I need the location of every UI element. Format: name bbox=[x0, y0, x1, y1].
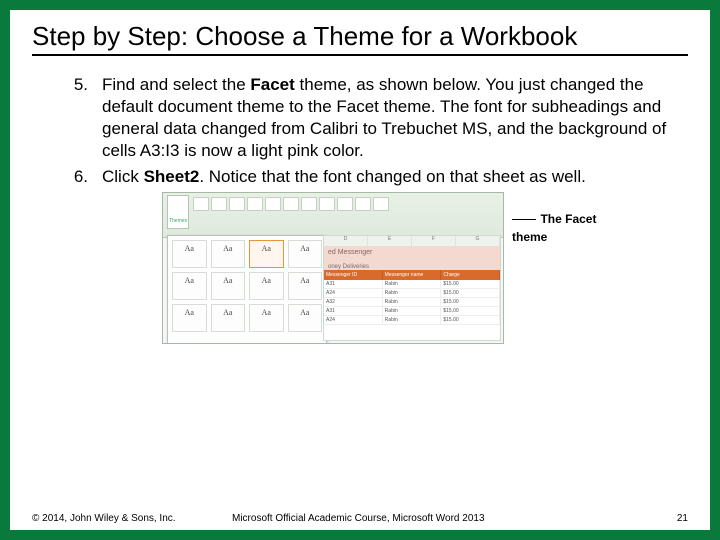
page-title: Step by Step: Choose a Theme for a Workb… bbox=[32, 22, 688, 52]
ribbon-icon bbox=[283, 197, 299, 211]
step-text: Click Sheet2. Notice that the font chang… bbox=[102, 166, 688, 188]
td: Rabin bbox=[383, 307, 442, 316]
step-text: Find and select the Facet theme, as show… bbox=[102, 74, 688, 162]
th: Messenger name bbox=[383, 270, 442, 280]
theme-swatch: Aa bbox=[288, 272, 323, 300]
step-list: 5. Find and select the Facet theme, as s… bbox=[32, 74, 688, 188]
table-row: A31Rabin$15.00 bbox=[324, 280, 500, 289]
theme-swatch: Aa bbox=[172, 272, 207, 300]
table-row: A32Rabin$15.00 bbox=[324, 298, 500, 307]
ribbon: Themes bbox=[163, 193, 503, 238]
bold: Sheet2 bbox=[144, 167, 200, 186]
ribbon-icon bbox=[229, 197, 245, 211]
t: ed Messenger bbox=[328, 249, 372, 256]
figure: Themes bbox=[162, 192, 688, 344]
ribbon-icon bbox=[193, 197, 209, 211]
step-6: 6. Click Sheet2. Notice that the font ch… bbox=[32, 166, 688, 188]
step-number: 5. bbox=[32, 74, 102, 162]
td: $15.00 bbox=[441, 280, 500, 289]
theme-swatch: Aa bbox=[288, 304, 323, 332]
ribbon-icon bbox=[211, 197, 227, 211]
theme-swatch: Aa bbox=[249, 272, 284, 300]
themes-button: Themes bbox=[167, 195, 189, 229]
figure-callout: The Facet theme bbox=[512, 210, 612, 246]
td: Rabin bbox=[383, 280, 442, 289]
callout-leader-line bbox=[512, 219, 536, 220]
footer: © 2014, John Wiley & Sons, Inc. Microsof… bbox=[32, 513, 688, 524]
footer-copyright: © 2014, John Wiley & Sons, Inc. bbox=[32, 513, 232, 524]
title-rule bbox=[32, 54, 688, 56]
td: Rabin bbox=[383, 289, 442, 298]
td: $15.00 bbox=[441, 298, 500, 307]
table-row: A24Rabin$15.00 bbox=[324, 289, 500, 298]
theme-swatch-facet: Aa bbox=[249, 240, 284, 268]
step-number: 6. bbox=[32, 166, 102, 188]
theme-swatch: Aa bbox=[288, 240, 323, 268]
ribbon-icon bbox=[265, 197, 281, 211]
content: Step by Step: Choose a Theme for a Workb… bbox=[10, 10, 710, 344]
sheet-subtitle-row: oney Deliveries bbox=[324, 260, 500, 270]
td: $15.00 bbox=[441, 307, 500, 316]
ribbon-icon bbox=[337, 197, 353, 211]
table-body: A31Rabin$15.00 A24Rabin$15.00 A32Rabin$1… bbox=[324, 280, 500, 325]
theme-gallery: Aa Aa Aa Aa Aa Aa Aa Aa Aa Aa Aa Aa bbox=[167, 235, 327, 344]
ribbon-icon bbox=[247, 197, 263, 211]
ribbon-icon bbox=[319, 197, 335, 211]
excel-screenshot: Themes bbox=[162, 192, 504, 344]
theme-swatch: Aa bbox=[211, 272, 246, 300]
footer-page: 21 bbox=[658, 513, 688, 524]
ribbon-icon bbox=[373, 197, 389, 211]
worksheet: D E F G ed Messenger oney Deliveries Mes… bbox=[323, 235, 501, 341]
callout-text: The Facet theme bbox=[512, 212, 596, 244]
td: A32 bbox=[324, 298, 383, 307]
th: Charge bbox=[441, 270, 500, 280]
col: G bbox=[456, 236, 500, 246]
td: A24 bbox=[324, 289, 383, 298]
t: Click bbox=[102, 167, 144, 186]
td: A31 bbox=[324, 307, 383, 316]
step-5: 5. Find and select the Facet theme, as s… bbox=[32, 74, 688, 162]
table-header-row: Messenger ID Messenger name Charge bbox=[324, 270, 500, 280]
sheet-title-row: ed Messenger bbox=[324, 246, 500, 260]
ribbon-icon bbox=[301, 197, 317, 211]
table-row: A24Rabin$15.00 bbox=[324, 316, 500, 325]
table-row: A31Rabin$15.00 bbox=[324, 307, 500, 316]
th: Messenger ID bbox=[324, 270, 383, 280]
theme-swatch: Aa bbox=[249, 304, 284, 332]
t: Find and select the bbox=[102, 75, 250, 94]
col: D bbox=[324, 236, 368, 246]
td: Rabin bbox=[383, 298, 442, 307]
t: . Notice that the font changed on that s… bbox=[199, 167, 586, 186]
ribbon-icon bbox=[355, 197, 371, 211]
col: F bbox=[412, 236, 456, 246]
column-headers: D E F G bbox=[324, 236, 500, 246]
td: A31 bbox=[324, 280, 383, 289]
theme-swatch: Aa bbox=[211, 304, 246, 332]
bold: Facet bbox=[250, 75, 294, 94]
footer-course: Microsoft Official Academic Course, Micr… bbox=[232, 513, 658, 524]
theme-swatch: Aa bbox=[211, 240, 246, 268]
col: E bbox=[368, 236, 412, 246]
td: A24 bbox=[324, 316, 383, 325]
td: $15.00 bbox=[441, 316, 500, 325]
theme-swatch: Aa bbox=[172, 304, 207, 332]
slide: Step by Step: Choose a Theme for a Workb… bbox=[0, 0, 720, 540]
ribbon-icons bbox=[193, 195, 499, 235]
theme-swatch: Aa bbox=[172, 240, 207, 268]
td: Rabin bbox=[383, 316, 442, 325]
td: $15.00 bbox=[441, 289, 500, 298]
